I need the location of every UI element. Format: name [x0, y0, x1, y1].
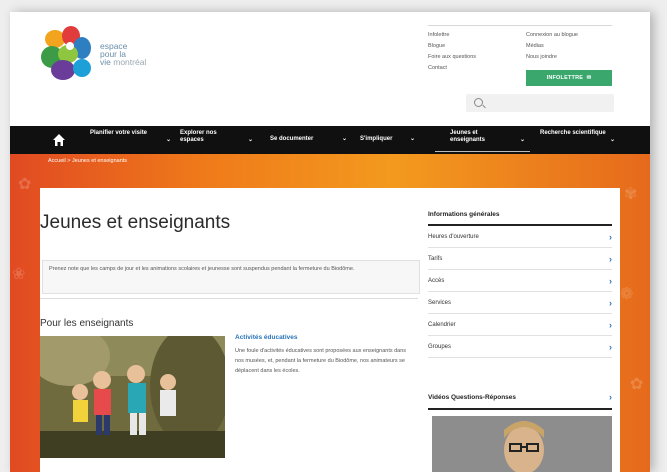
- leaf-decoration-icon: ✿: [18, 176, 32, 193]
- nav-item-planifier[interactable]: Planifier votre visite ⌄: [90, 130, 171, 143]
- utility-link-blogue[interactable]: Blogue: [428, 41, 518, 52]
- newsletter-button[interactable]: INFOLETTRE ✉: [526, 70, 612, 86]
- chevron-right-icon: ›: [609, 392, 612, 402]
- leaf-decoration-icon: ✾: [624, 186, 638, 203]
- leaf-decoration-icon: ✿: [630, 376, 644, 393]
- main-nav: Planifier votre visite ⌄ Explorer nos es…: [10, 126, 650, 154]
- chevron-down-icon: ⌄: [166, 137, 172, 143]
- search-icon: [474, 98, 483, 107]
- content-panel: Jeunes et enseignants Prenez note que le…: [40, 188, 620, 472]
- children-photo: [40, 336, 225, 458]
- leaf-decoration-icon: ❁: [620, 286, 634, 303]
- activity-description: Une foule d'activités éducatives sont pr…: [235, 348, 407, 374]
- leaf-decoration-icon: ❀: [12, 266, 26, 283]
- chevron-down-icon: ⌄: [248, 137, 254, 143]
- sidebar-item-heures[interactable]: Heures d'ouverture ›: [428, 226, 612, 248]
- utility-link-faq[interactable]: Foire aux questions: [428, 52, 518, 63]
- nav-item-jeunes[interactable]: Jeunes et enseignants ⌄: [450, 130, 525, 144]
- page-title: Jeunes et enseignants: [40, 212, 231, 233]
- nav-item-recherche[interactable]: Recherche scientifique ⌄: [540, 130, 615, 143]
- chevron-down-icon: ⌄: [610, 137, 616, 143]
- chevron-down-icon: ⌄: [342, 136, 348, 142]
- site-header: espace pour la vie montréal Infolettre B…: [10, 12, 650, 126]
- utility-link-join[interactable]: Nous joindre: [526, 52, 616, 63]
- site-logo[interactable]: espace pour la vie montréal: [38, 24, 178, 82]
- search-input[interactable]: [466, 94, 614, 112]
- faq-videos-link[interactable]: Vidéos Questions-Réponses ›: [428, 392, 612, 410]
- chevron-right-icon: ›: [609, 298, 612, 308]
- utility-link-contact[interactable]: Contact: [428, 63, 518, 74]
- sidebar-item-acces[interactable]: Accès ›: [428, 270, 612, 292]
- sidebar: Informations générales Heures d'ouvertur…: [428, 208, 612, 358]
- notice-box: Prenez note que les camps de jour et les…: [42, 260, 420, 294]
- home-icon[interactable]: [52, 133, 66, 147]
- logo-wordmark: espace pour la vie montréal: [100, 41, 147, 67]
- utility-link-infolettre[interactable]: Infolettre: [428, 30, 518, 41]
- person-illustration: [432, 416, 612, 472]
- utility-link-blog-login[interactable]: Connexion au blogue: [526, 30, 616, 41]
- chevron-right-icon: ›: [609, 276, 612, 286]
- nav-item-impliquer[interactable]: S'impliquer ⌄: [360, 136, 415, 143]
- chevron-right-icon: ›: [609, 254, 612, 264]
- sidebar-item-tarifs[interactable]: Tarifs ›: [428, 248, 612, 270]
- chevron-right-icon: ›: [609, 342, 612, 352]
- sidebar-title: Informations générales: [428, 208, 612, 226]
- section-divider: [40, 298, 418, 299]
- breadcrumb[interactable]: Accueil > Jeunes et enseignants: [48, 158, 127, 164]
- page: espace pour la vie montréal Infolettre B…: [10, 12, 650, 472]
- faq-video-thumbnail[interactable]: [432, 416, 612, 472]
- chevron-right-icon: ›: [609, 232, 612, 242]
- sidebar-item-groupes[interactable]: Groupes ›: [428, 336, 612, 358]
- sidebar-item-services[interactable]: Services ›: [428, 292, 612, 314]
- nav-item-explorer[interactable]: Explorer nos espaces ⌄: [180, 130, 253, 144]
- envelope-icon: ✉: [586, 75, 592, 81]
- utility-link-media[interactable]: Médias: [526, 41, 616, 52]
- nav-item-documenter[interactable]: Se documenter ⌄: [270, 136, 347, 143]
- chevron-down-icon: ⌄: [410, 136, 416, 142]
- activity-link[interactable]: Activités éducatives: [235, 334, 298, 341]
- chevron-down-icon: ⌄: [520, 137, 526, 143]
- logo-blobs-icon: [41, 26, 91, 80]
- chevron-right-icon: ›: [609, 320, 612, 330]
- photo-illustration: [40, 336, 225, 458]
- section-title: Pour les enseignants: [40, 318, 134, 329]
- nav-active-indicator: [435, 151, 530, 152]
- top-divider: [428, 25, 612, 26]
- sidebar-item-calendrier[interactable]: Calendrier ›: [428, 314, 612, 336]
